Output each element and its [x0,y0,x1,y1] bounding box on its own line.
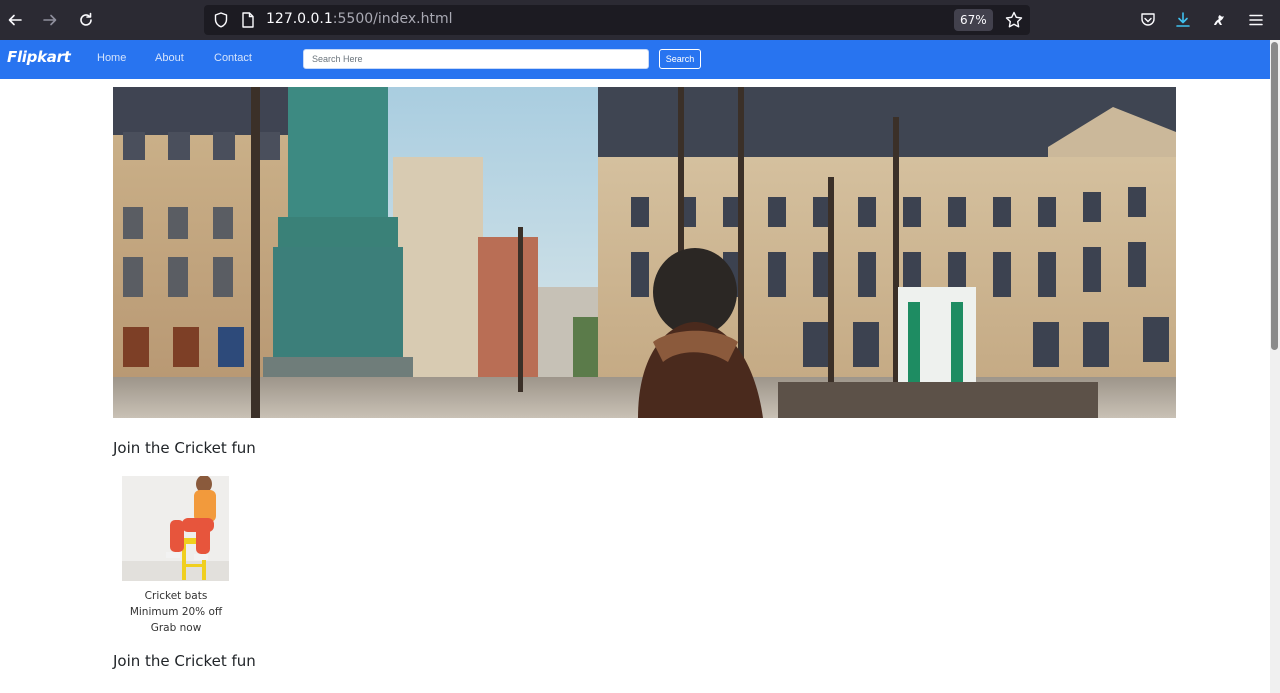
downloads-icon[interactable] [1171,8,1195,32]
forward-icon[interactable] [38,8,62,32]
product-image[interactable] [122,476,229,581]
reload-icon[interactable] [74,8,98,32]
search-button[interactable]: Search [659,49,701,69]
zoom-level[interactable]: 67% [954,9,993,31]
search-input[interactable] [303,49,649,69]
address-bar[interactable]: 127.0.0.1:5500/index.html 67% [204,5,1030,35]
nav-link-home[interactable]: Home [97,52,126,64]
back-icon[interactable] [3,8,27,32]
nav-link-contact[interactable]: Contact [214,52,252,64]
hero-image [113,87,1176,418]
bookmark-star-icon[interactable] [1004,10,1024,30]
site-navbar: Flipkart Home About Contact Search [0,40,1270,79]
section-title: Join the Cricket fun [113,652,256,670]
product-card[interactable]: Cricket bats Minimum 20% off Grab now [122,476,230,636]
extension-icon[interactable] [1207,8,1231,32]
product-discount: Minimum 20% off [129,606,223,618]
browser-toolbar: 127.0.0.1:5500/index.html 67% [0,0,1280,40]
product-card-text: Cricket bats Minimum 20% off Grab now [122,588,230,636]
menu-icon[interactable] [1244,8,1268,32]
brand-logo[interactable]: Flipkart [7,48,71,66]
product-card[interactable] [122,688,230,693]
nav-link-about[interactable]: About [155,52,184,64]
section-title: Join the Cricket fun [113,439,256,457]
shield-icon[interactable] [212,11,230,29]
product-name: Cricket bats [144,590,208,602]
product-image[interactable] [122,688,229,693]
pocket-icon[interactable] [1136,8,1160,32]
page-icon [240,11,256,29]
product-cta[interactable]: Grab now [122,620,230,636]
url-text[interactable]: 127.0.0.1:5500/index.html [266,11,453,27]
page-scrollbar-thumb[interactable] [1271,42,1278,350]
